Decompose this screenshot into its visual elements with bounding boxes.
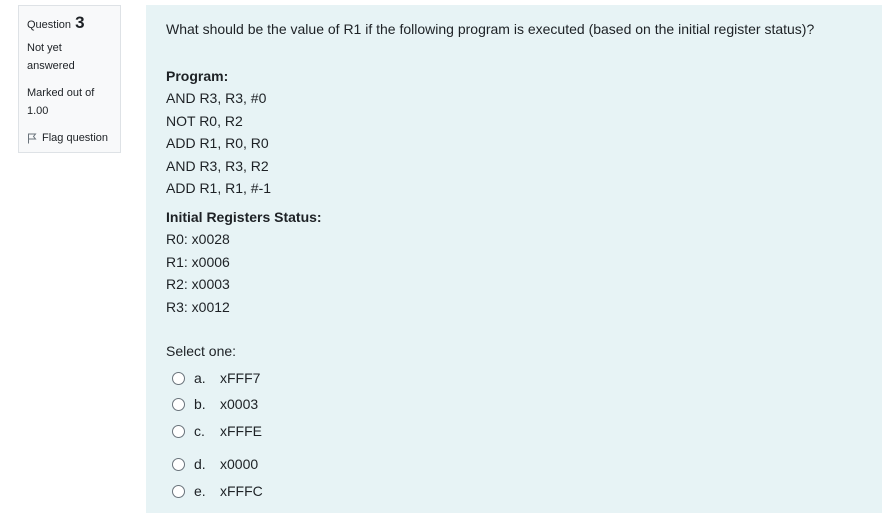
program-line: ADD R1, R0, R0 (166, 135, 269, 151)
answer-value: x0000 (220, 456, 259, 472)
question-content: What should be the value of R1 if the fo… (146, 5, 882, 513)
program-line: NOT R0, R2 (166, 112, 243, 129)
answer-value: xFFFE (220, 423, 262, 439)
registers-heading: Initial Registers Status: (166, 209, 322, 225)
answer-value: xFFFC (220, 483, 263, 499)
program-block: Program: AND R3, R3, #0 NOT R0, R2 ADD R… (166, 65, 271, 200)
radio-button[interactable] (172, 484, 185, 498)
program-line: ADD R1, R1, #-1 (166, 180, 272, 196)
answer-option-d[interactable]: d. x0000 (172, 454, 258, 474)
question-number: Question 3 (27, 12, 112, 36)
flag-question-label: Flag question (42, 132, 109, 144)
answer-option-a[interactable]: a. xFFF7 (172, 368, 260, 388)
radio-button[interactable] (172, 457, 185, 471)
answer-option-b[interactable]: b. x0003 (172, 394, 258, 414)
flag-icon (28, 133, 37, 143)
answer-value: xFFF7 (220, 370, 261, 386)
register-line: R2: x0003 (166, 276, 230, 292)
question-number-value: 3 (75, 13, 85, 32)
answer-letter: c. (194, 423, 205, 439)
radio-button[interactable] (172, 397, 185, 411)
question-text: What should be the value of R1 if the fo… (166, 21, 815, 37)
register-line: R0: x0028 (166, 231, 230, 247)
radio-button[interactable] (172, 371, 185, 385)
answer-letter: a. (194, 370, 206, 386)
registers-block: Initial Registers Status: R0: x0028 R1: … (166, 206, 322, 318)
program-heading: Program: (166, 68, 229, 84)
answer-option-c[interactable]: c. xFFFE (172, 421, 262, 441)
answer-option-e[interactable]: e. xFFFC (172, 481, 263, 501)
question-info-panel: Question 3 Not yet answered Marked out o… (18, 5, 121, 153)
question-grade: Marked out of 1.00 (27, 87, 95, 117)
answer-letter: d. (194, 456, 206, 472)
select-one-prompt: Select one: (166, 343, 237, 359)
answer-value: x0003 (220, 396, 259, 412)
radio-button[interactable] (172, 424, 185, 438)
answer-letter: b. (194, 396, 206, 412)
program-line: AND R3, R3, #0 (166, 90, 267, 106)
register-line: R3: x0012 (166, 298, 230, 315)
answer-letter: e. (194, 483, 206, 499)
register-line: R1: x0006 (166, 253, 230, 270)
flag-question-link[interactable]: Flag question (27, 130, 112, 146)
question-state: Not yet answered (27, 42, 75, 72)
question-label: Question (27, 19, 72, 31)
program-line: AND R3, R3, R2 (166, 157, 269, 174)
